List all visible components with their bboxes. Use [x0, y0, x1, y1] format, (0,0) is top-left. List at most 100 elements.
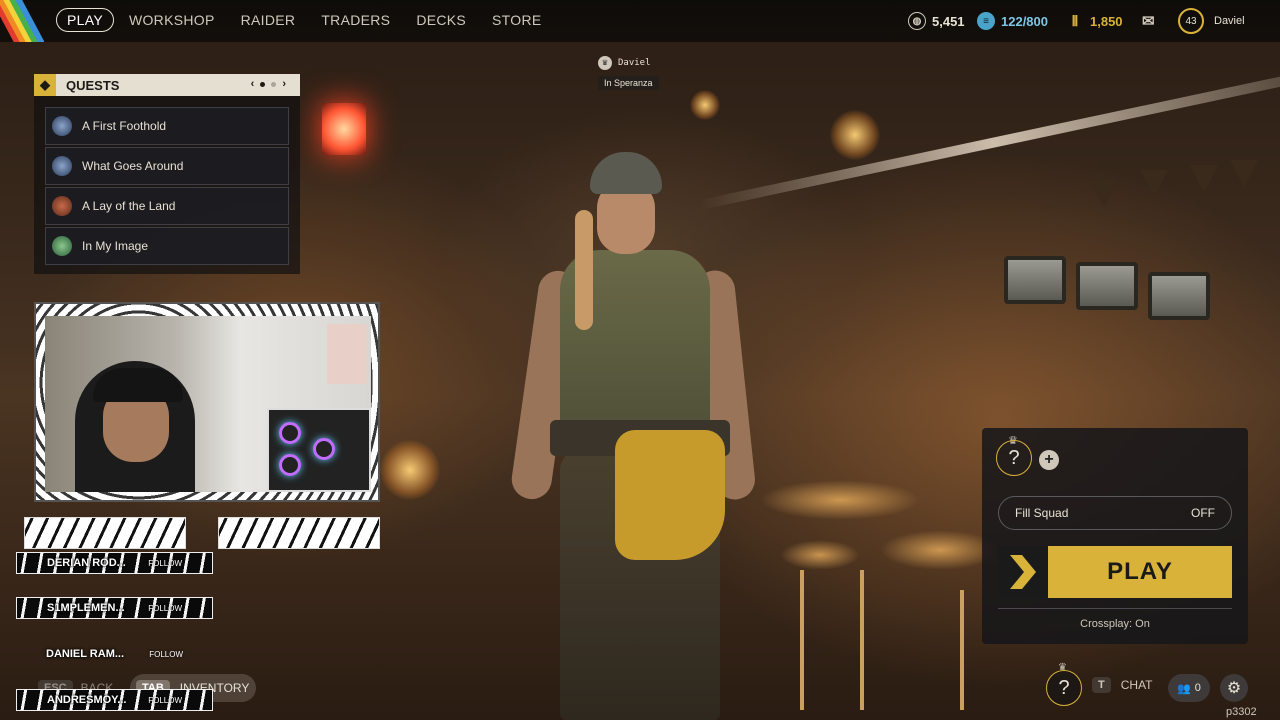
fill-squad-label: Fill Squad: [1015, 506, 1069, 520]
swirl-banner-decoration: [24, 517, 186, 549]
quest-giver-icon: [52, 236, 72, 256]
quest-giver-icon: [52, 196, 72, 216]
bar-stool: [800, 570, 804, 710]
pennant: [1190, 165, 1218, 193]
chat-label: CHAT: [1120, 678, 1153, 692]
friends-icon: 👥: [1177, 682, 1191, 695]
add-squad-member-button[interactable]: +: [1039, 450, 1059, 470]
raider-character: [505, 150, 765, 720]
follower-name: S1MPLEMEN...: [47, 602, 125, 614]
chat-keycap: T: [1092, 677, 1111, 693]
chevron-right-icon[interactable]: ›: [282, 78, 286, 90]
quest-item[interactable]: A First Foothold: [45, 107, 289, 145]
follower-alert: S1MPLEMEN... FOLLOW: [16, 597, 213, 619]
player-tag-name: Daviel: [618, 58, 651, 68]
profile-button[interactable]: 43 Daviel: [1178, 0, 1245, 42]
nav-tab-play[interactable]: PLAY: [56, 8, 114, 32]
crossplay-status: Crossplay: On: [1080, 618, 1150, 630]
crown-icon: ♛: [598, 56, 612, 70]
squad-panel: ♛ ? + Fill Squad OFF PLAY Crossplay: On: [982, 428, 1248, 644]
friends-count: 0: [1194, 682, 1201, 694]
player-nametag: ♛ Daviel In Speranza: [598, 56, 659, 90]
follower-name: DANIEL RAM...: [46, 648, 125, 660]
storage-icon: ≡: [977, 12, 995, 30]
pennant: [1230, 160, 1258, 188]
profile-username: Daviel: [1214, 15, 1245, 27]
nav-tab-raider[interactable]: RAIDER: [230, 8, 307, 32]
fill-squad-toggle[interactable]: Fill Squad OFF: [998, 496, 1232, 530]
pennant: [1140, 170, 1168, 198]
red-signal-light: [322, 103, 366, 155]
hanging-lamp: [380, 440, 440, 500]
play-button-label: PLAY: [1107, 558, 1173, 585]
quest-item[interactable]: A Lay of the Land: [45, 187, 289, 225]
bar-monitor: [1148, 272, 1210, 320]
bar-stool: [960, 590, 964, 710]
storage-counter[interactable]: ≡ 122/800: [977, 0, 1048, 42]
nav-tab-store[interactable]: STORE: [481, 8, 552, 32]
quests-header: ◆ QUESTS ‹ ›: [34, 74, 300, 96]
pager-dot-active[interactable]: [260, 81, 266, 87]
follower-alert: DERIAN ROD... FOLLOW: [16, 552, 213, 574]
top-nav-bar: PLAY WORKSHOP RAIDER TRADERS DECKS STORE…: [0, 0, 1280, 42]
webcam-feed: [45, 316, 371, 492]
follow-tag: FOLLOW: [148, 558, 182, 568]
play-button[interactable]: PLAY: [998, 546, 1232, 598]
raider-tokens-counter[interactable]: ◍ 5,451: [908, 0, 965, 42]
pager-dot[interactable]: [271, 81, 277, 87]
follower-name: ANDRESMOY...: [47, 694, 127, 706]
quest-item-label: In My Image: [82, 239, 149, 253]
chevron-right-icon: [998, 546, 1048, 598]
rainbow-logo-stripes: [0, 0, 44, 42]
nav-tab-workshop[interactable]: WORKSHOP: [118, 8, 226, 32]
build-version: p3302: [1226, 706, 1257, 718]
raider-tokens-value: 5,451: [932, 13, 965, 29]
quest-item-label: What Goes Around: [82, 159, 184, 173]
bar-monitor: [1004, 256, 1066, 304]
bar-monitor: [1076, 262, 1138, 310]
swirl-banner-decoration: [218, 517, 380, 549]
chat-button[interactable]: T CHAT: [1092, 677, 1153, 693]
bar-stool: [860, 570, 864, 710]
main-nav: PLAY WORKSHOP RAIDER TRADERS DECKS STORE: [56, 8, 557, 32]
token-icon: ◍: [908, 12, 926, 30]
quests-pager: ‹ ›: [251, 78, 286, 90]
quests-title: QUESTS: [66, 77, 120, 93]
quests-panel: ◆ QUESTS ‹ › A First Foothold What Goes …: [34, 74, 300, 274]
nav-tab-decks[interactable]: DECKS: [405, 8, 477, 32]
coins-icon: ⦀: [1071, 12, 1079, 29]
player-level-badge: 43: [1178, 8, 1204, 34]
quest-item-label: A Lay of the Land: [82, 199, 176, 213]
quest-giver-icon: [52, 116, 72, 136]
quest-diamond-icon: ◆: [34, 74, 56, 96]
gear-icon[interactable]: ⚙: [1220, 674, 1248, 702]
player-tag-location: In Speranza: [598, 76, 659, 90]
divider: [998, 608, 1232, 609]
quest-giver-icon: [52, 156, 72, 176]
follow-tag: FOLLOW: [149, 649, 183, 659]
quest-item[interactable]: In My Image: [45, 227, 289, 265]
table-glow: [780, 540, 860, 570]
chevron-left-icon[interactable]: ‹: [251, 78, 255, 90]
follower-name: DERIAN ROD...: [47, 557, 126, 569]
quest-item-label: A First Foothold: [82, 119, 167, 133]
coins-counter[interactable]: ⦀ 1,850: [1066, 0, 1123, 42]
quest-item[interactable]: What Goes Around: [45, 147, 289, 185]
mail-icon[interactable]: ✉: [1142, 0, 1155, 42]
fill-squad-value: OFF: [1191, 506, 1215, 520]
pennant: [1090, 180, 1118, 208]
squad-slot-empty[interactable]: ?: [996, 440, 1032, 476]
storage-value: 122/800: [1001, 13, 1048, 29]
hanging-lamp: [690, 90, 720, 120]
follow-tag: FOLLOW: [148, 695, 182, 705]
webcam-overlay-frame: [34, 302, 380, 502]
follow-tag: FOLLOW: [148, 603, 182, 613]
nav-tab-traders[interactable]: TRADERS: [310, 8, 401, 32]
player-slot-help-icon[interactable]: ?: [1046, 670, 1082, 706]
table-glow: [760, 480, 920, 520]
follower-alert: ANDRESMOY... FOLLOW: [16, 689, 213, 711]
coins-value: 1,850: [1090, 13, 1123, 29]
friends-button[interactable]: 👥 0: [1168, 674, 1210, 702]
follower-alert: DANIEL RAM... FOLLOW: [16, 643, 213, 665]
hanging-lamp: [830, 110, 880, 160]
